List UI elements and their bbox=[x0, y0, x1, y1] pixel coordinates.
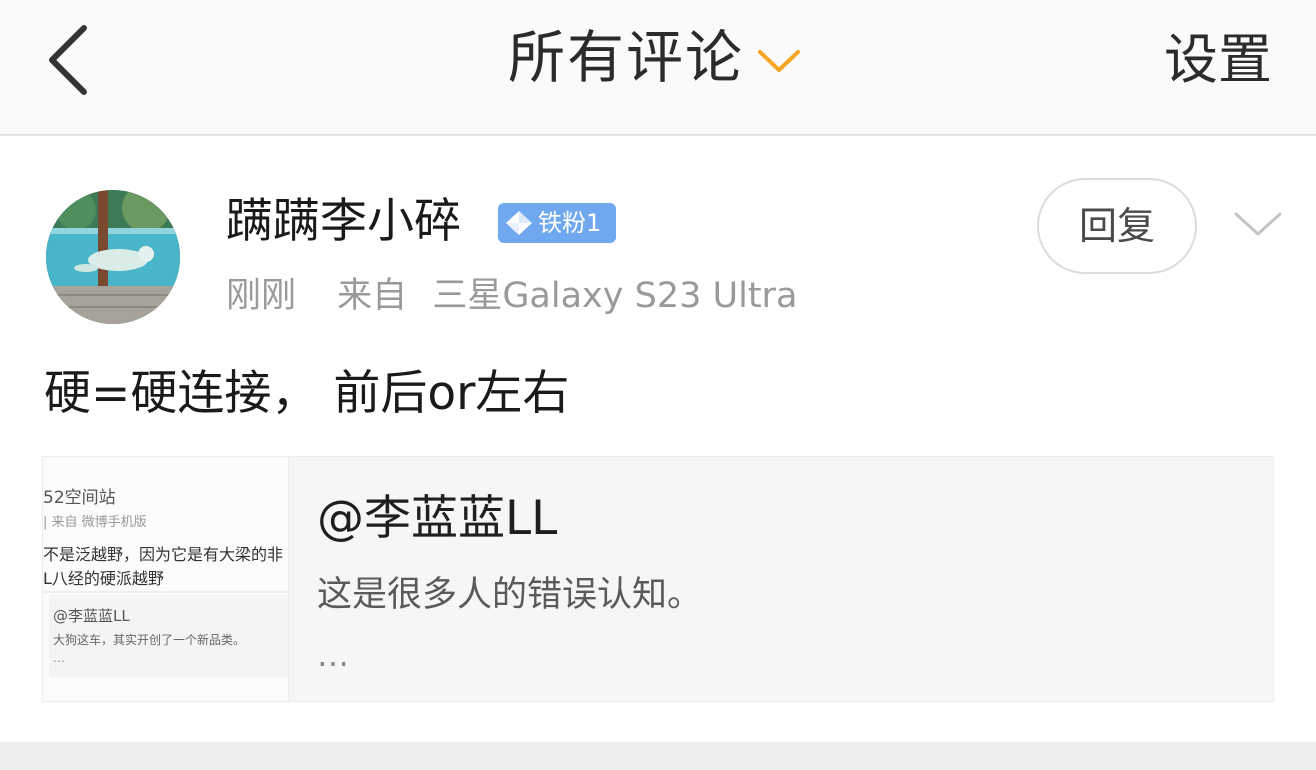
quoted-post-thumbnail: 52空间站 | 来自 微博手机版 不是泛越野，因为它是有大梁的非 L八经的硬派越… bbox=[43, 457, 289, 701]
source-device: 三星Galaxy S23 Ultra bbox=[432, 276, 798, 316]
thumbnail-text: 不是泛越野，因为它是有大梁的非 bbox=[43, 545, 284, 564]
comment-filter-dropdown[interactable]: 所有评论 bbox=[508, 22, 802, 94]
thumbnail-text: @李蓝蓝LL bbox=[53, 607, 130, 625]
fan-level-badge[interactable]: 铁粉1 bbox=[498, 203, 616, 243]
thumbnail-text: 大狗这车，其实开创了一个新品类。 bbox=[53, 633, 246, 647]
avatar-image bbox=[46, 190, 180, 324]
reply-button[interactable]: 回复 bbox=[1037, 178, 1197, 274]
thumbnail-divider bbox=[43, 591, 288, 593]
quoted-post-card[interactable]: 52空间站 | 来自 微博手机版 不是泛越野，因为它是有大梁的非 L八经的硬派越… bbox=[42, 456, 1274, 702]
bottom-divider bbox=[0, 742, 1316, 770]
page-title: 所有评论 bbox=[508, 25, 744, 91]
settings-button[interactable]: 设置 bbox=[1164, 24, 1272, 96]
comment-body: 硬=硬连接， 前后or左右 bbox=[44, 366, 570, 421]
diamond-icon bbox=[506, 211, 532, 235]
badge-label: 铁粉1 bbox=[538, 209, 602, 237]
avatar[interactable] bbox=[46, 190, 180, 324]
comment-time: 刚刚 bbox=[226, 276, 297, 316]
thumbnail-text: L八经的硬派越野 bbox=[43, 569, 164, 588]
thumbnail-text: 52空间站 bbox=[43, 488, 116, 508]
quoted-text: 这是很多人的错误认知。 bbox=[317, 575, 703, 615]
back-button[interactable] bbox=[40, 22, 100, 98]
thumbnail-text: … bbox=[53, 651, 65, 665]
top-nav-bar: 所有评论 设置 bbox=[0, 0, 1316, 136]
chevron-down-icon bbox=[1234, 212, 1282, 236]
chevron-down-icon bbox=[758, 50, 800, 72]
more-options-button[interactable] bbox=[1230, 204, 1286, 244]
quoted-author[interactable]: @李蓝蓝LL bbox=[317, 487, 557, 551]
chevron-left-icon bbox=[49, 25, 87, 95]
thumbnail-text: | 来自 微博手机版 bbox=[43, 515, 147, 530]
quoted-ellipsis: … bbox=[317, 636, 353, 674]
username[interactable]: 蹒蹒李小碎 bbox=[226, 190, 461, 254]
comment-meta: 刚刚 来自 三星Galaxy S23 Ultra bbox=[226, 272, 797, 320]
source-prefix: 来自 bbox=[337, 276, 408, 316]
